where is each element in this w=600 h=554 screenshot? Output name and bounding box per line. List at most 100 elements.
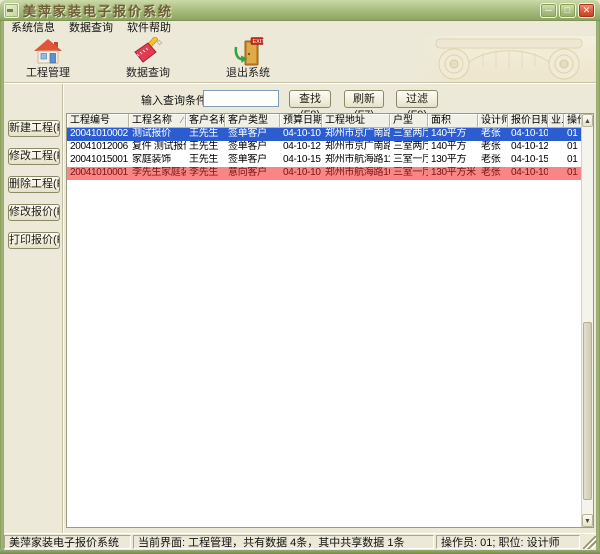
- scroll-up-button[interactable]: ▲: [582, 114, 593, 127]
- cell-project-name: 李先生家庭装饰: [129, 167, 186, 180]
- cell-house-type: 三室一厅: [390, 167, 428, 180]
- projects-table: 工程编号 工程名称∕ 客户名称 客户类型 预算日期 工程地址 户型 面积 设计师…: [66, 113, 594, 528]
- cell-area: 140平方: [428, 128, 478, 141]
- cell-customer-type: 意向客户: [225, 167, 280, 180]
- cell-project-address: 郑州市京广南路11号: [322, 141, 390, 154]
- cell-budget-date: 04-10-12: [280, 141, 322, 154]
- table-row[interactable]: 20041010001 李先生家庭装饰 李先生 意向客户 04-10-10 郑州…: [67, 167, 593, 180]
- new-project-button[interactable]: 新建工程(F2): [8, 120, 60, 137]
- cell-salesman: [548, 141, 564, 154]
- column-header-customer-type[interactable]: 客户类型: [225, 114, 280, 128]
- cell-area: 140平方: [428, 141, 478, 154]
- resize-grip[interactable]: [583, 536, 596, 549]
- table-header-row: 工程编号 工程名称∕ 客户名称 客户类型 预算日期 工程地址 户型 面积 设计师…: [67, 114, 593, 128]
- cell-project-id: 20041012006: [67, 141, 129, 154]
- cell-house-type: 三室两厅: [390, 128, 428, 141]
- column-header-project-name[interactable]: 工程名称∕: [129, 114, 186, 128]
- status-operator: 操作员: 01; 职位: 设计师: [436, 535, 580, 549]
- scroll-down-button[interactable]: ▼: [582, 514, 593, 527]
- cell-area: 130平方米: [428, 167, 478, 180]
- column-header-budget-date[interactable]: 预算日期: [280, 114, 322, 128]
- query-input[interactable]: [203, 90, 279, 107]
- application-window: 美萍家装电子报价系统 ─ □ ✕ 系统信息 数据查询 软件帮助: [0, 0, 600, 554]
- cell-house-type: 三室一厅: [390, 154, 428, 167]
- filter-button[interactable]: 过滤(F9): [396, 90, 438, 108]
- cell-quote-date: 04-10-12: [508, 141, 548, 154]
- project-management-button[interactable]: 工程管理: [12, 37, 84, 81]
- cell-house-type: 三室两厅: [390, 141, 428, 154]
- table-row[interactable]: 20041015001 家庭装饰 王先生 签单客户 04-10-15 郑州市航海…: [67, 154, 593, 167]
- column-header-designer[interactable]: 设计师: [478, 114, 508, 128]
- menu-item-software-help[interactable]: 软件帮助: [120, 21, 178, 36]
- cell-project-address: 郑州市航海路111号: [322, 154, 390, 167]
- cell-project-id: 20041010002: [67, 128, 129, 141]
- cell-customer-type: 签单客户: [225, 141, 280, 154]
- cell-designer: 老张: [478, 154, 508, 167]
- cell-salesman: [548, 167, 564, 180]
- cell-project-name: 复件 测试报价: [129, 141, 186, 154]
- column-header-house-type[interactable]: 户型: [390, 114, 428, 128]
- toolbar: 工程管理 数据查询 EXIT: [4, 36, 596, 83]
- cell-customer-type: 签单客户: [225, 154, 280, 167]
- column-header-customer-name[interactable]: 客户名称: [186, 114, 225, 128]
- query-condition-label: 输入查询条件:: [141, 92, 210, 108]
- column-header-salesman[interactable]: 业...: [548, 114, 564, 128]
- table-row[interactable]: 20041010002 测试报价 王先生 签单客户 04-10-10 郑州市京广…: [67, 128, 593, 141]
- delete-project-button[interactable]: 删除工程(F4): [8, 176, 60, 193]
- column-header-quote-date[interactable]: 报价日期: [508, 114, 548, 128]
- menu-item-data-query[interactable]: 数据查询: [62, 21, 120, 36]
- cell-customer-name: 王先生: [186, 154, 225, 167]
- minimize-button[interactable]: ─: [540, 3, 557, 18]
- cell-project-id: 20041010001: [67, 167, 129, 180]
- refresh-button[interactable]: 刷新(F7): [344, 90, 384, 108]
- find-button[interactable]: 查找(F8): [289, 90, 331, 108]
- cell-budget-date: 04-10-10: [280, 128, 322, 141]
- cell-salesman: [548, 154, 564, 167]
- window-title: 美萍家装电子报价系统: [23, 1, 540, 20]
- ionic-column-decoration: [420, 36, 596, 82]
- data-query-button[interactable]: 数据查询: [112, 37, 184, 81]
- cell-project-address: 郑州市航海路100号: [322, 167, 390, 180]
- cell-designer: 老张: [478, 141, 508, 154]
- svg-text:EXIT: EXIT: [253, 39, 265, 45]
- cell-project-name: 测试报价: [129, 128, 186, 141]
- column-header-area[interactable]: 面积: [428, 114, 478, 128]
- cell-designer: 老张: [478, 167, 508, 180]
- menu-bar: 系统信息 数据查询 软件帮助: [4, 21, 596, 36]
- app-icon[interactable]: [4, 3, 19, 18]
- cell-customer-name: 王先生: [186, 128, 225, 141]
- title-bar[interactable]: 美萍家装电子报价系统 ─ □ ✕: [0, 0, 600, 21]
- exit-system-button[interactable]: EXIT 退出系统: [212, 37, 284, 81]
- vertical-scrollbar[interactable]: ▲ ▼: [581, 114, 593, 527]
- brush-icon: [112, 37, 184, 67]
- cell-designer: 老张: [478, 128, 508, 141]
- toolbar-button-label: 退出系统: [212, 67, 284, 79]
- sidebar-divider: [62, 83, 63, 533]
- cell-customer-name: 王先生: [186, 141, 225, 154]
- house-icon: [12, 37, 84, 67]
- edit-project-button[interactable]: 修改工程(F3): [8, 148, 60, 165]
- maximize-button[interactable]: □: [559, 3, 576, 18]
- scroll-thumb[interactable]: [583, 322, 592, 500]
- cell-customer-type: 签单客户: [225, 128, 280, 141]
- menu-item-system-info[interactable]: 系统信息: [4, 21, 62, 36]
- cell-budget-date: 04-10-10: [280, 167, 322, 180]
- cell-customer-name: 李先生: [186, 167, 225, 180]
- edit-quote-button[interactable]: 修改报价(F5): [8, 204, 60, 221]
- cell-project-address: 郑州市京广南路11号: [322, 128, 390, 141]
- cell-area: 130平方: [428, 154, 478, 167]
- status-bar: 美萍家装电子报价系统 当前界面: 工程管理，共有数据 4条，其中共享数据 1条 …: [4, 533, 596, 550]
- exit-door-icon: EXIT: [212, 37, 284, 67]
- toolbar-button-label: 工程管理: [12, 67, 84, 79]
- status-app-name: 美萍家装电子报价系统: [4, 535, 131, 549]
- cell-salesman: [548, 128, 564, 141]
- print-quote-button[interactable]: 打印报价(F6): [8, 232, 60, 249]
- cell-quote-date: 04-10-10: [508, 128, 548, 141]
- window-frame-right: [596, 21, 600, 554]
- toolbar-button-label: 数据查询: [112, 67, 184, 79]
- close-button[interactable]: ✕: [578, 3, 595, 18]
- column-header-project-address[interactable]: 工程地址: [322, 114, 390, 128]
- table-row[interactable]: 20041012006 复件 测试报价 王先生 签单客户 04-10-12 郑州…: [67, 141, 593, 154]
- status-context: 当前界面: 工程管理，共有数据 4条，其中共享数据 1条: [133, 535, 434, 549]
- column-header-project-id[interactable]: 工程编号: [67, 114, 129, 128]
